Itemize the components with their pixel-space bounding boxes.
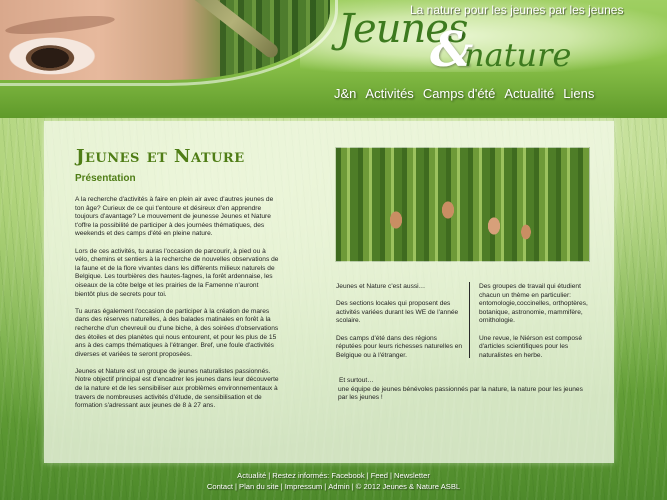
nav-item-liens[interactable]: Liens <box>563 86 594 101</box>
nav-item-camps[interactable]: Camps d'été <box>423 86 496 101</box>
footer-link-actualite[interactable]: Actualité <box>237 471 266 480</box>
main-nav: J&n Activités Camps d'été Actualité Lien… <box>334 86 594 101</box>
nav-item-actualite[interactable]: Actualité <box>504 86 554 101</box>
footer-link-contact[interactable]: Contact <box>207 482 233 491</box>
nav-item-activites[interactable]: Activités <box>365 86 413 101</box>
et-surtout-block: Et surtout… une équipe de jeunes bénévol… <box>338 377 588 403</box>
et-surtout-lead: Et surtout… <box>339 377 374 384</box>
info-paragraph: Une revue, le Niérson est composé d'arti… <box>479 334 582 359</box>
footer-link-newsletter[interactable]: Newsletter <box>394 471 430 480</box>
footer-link-feed[interactable]: Feed <box>371 471 388 480</box>
paragraph: A la recherche d'activités à faire en pl… <box>75 196 274 238</box>
logo-word-nature: nature <box>464 36 572 74</box>
footer-link-facebook[interactable]: Restez informés: Facebook <box>272 471 364 480</box>
footer-line-1: Actualité | Restez informés: Facebook | Feed… <box>0 470 667 481</box>
footer-link-plan[interactable]: Plan du site <box>239 482 279 491</box>
site-header: Jeunes & nature La nature pour les jeune… <box>0 0 667 118</box>
paragraph: Lors de ces activités, tu auras l'occasi… <box>75 247 279 298</box>
info-heading: Jeunes et Nature c'est aussi… <box>336 283 426 290</box>
footer-link-admin[interactable]: Admin <box>328 482 350 491</box>
footer-link-impressum[interactable]: Impressum <box>285 482 323 491</box>
site-tagline: La nature pour les jeunes par les jeunes <box>410 3 624 17</box>
info-column-left: Jeunes et Nature c'est aussi… Des sectio… <box>336 283 464 369</box>
page-title: Jeunes et Nature <box>76 146 245 167</box>
paragraph: Tu auras également l'occasion de partici… <box>75 307 279 358</box>
site-footer: Actualité | Restez informés: Facebook | Feed… <box>0 470 667 492</box>
presentation-text: A la recherche d'activités à faire en pl… <box>75 196 280 419</box>
nav-item-jn[interactable]: J&n <box>334 86 356 101</box>
page-subtitle: Présentation <box>75 173 136 184</box>
info-paragraph: Des sections locales qui proposent des a… <box>336 300 459 325</box>
info-column-right: Des groupes de travail qui étudient chac… <box>479 283 595 369</box>
paragraph: Jeunes et Nature est un groupe de jeunes… <box>75 367 279 410</box>
photo-kids-jumping <box>335 147 590 262</box>
footer-copyright: © 2012 Jeunes & Nature ASBL <box>355 482 461 491</box>
column-divider <box>469 282 470 358</box>
info-paragraph: Des camps d'été dans des régions réputée… <box>336 334 463 359</box>
info-paragraph: Des groupes de travail qui étudient chac… <box>479 283 588 325</box>
footer-line-2: Contact | Plan du site | Impressum | Admin | © 2… <box>0 481 667 492</box>
et-surtout-text: une équipe de jeunes bénévoles passionné… <box>338 385 583 402</box>
